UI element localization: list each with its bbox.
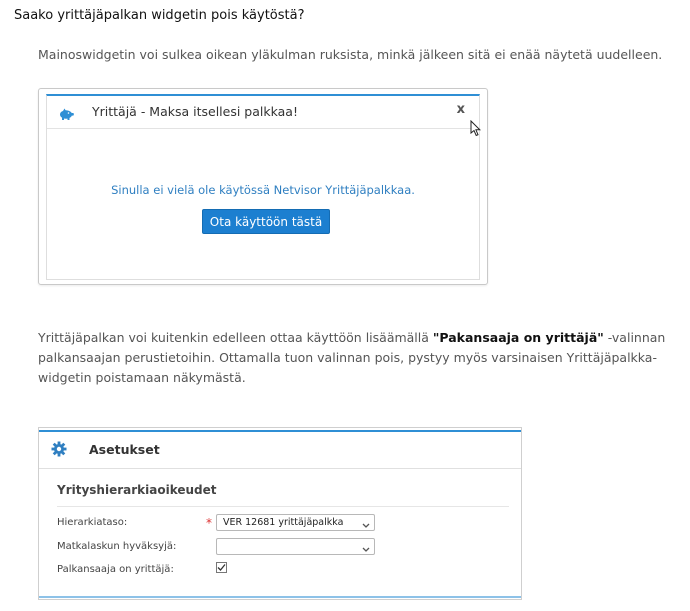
section-divider — [57, 506, 509, 507]
widget-panel: Yrittäjä - Maksa itsellesi palkkaa! x Si… — [46, 94, 482, 280]
hierarchy-level-label: Hierarkiataso: — [57, 517, 128, 528]
question-title: Saako yrittäjäpalkan widgetin pois käytö… — [14, 8, 305, 23]
widget-title: Yrittäjä - Maksa itsellesi palkkaa! — [92, 104, 298, 119]
explanation-text-before: Yrittäjäpalkan voi kuitenkin edelleen ot… — [38, 330, 433, 345]
settings-screenshot: Asetukset Yrityshierarkiaoikeudet Hierar… — [38, 427, 522, 600]
piggy-bank-icon — [58, 105, 74, 124]
settings-bottom-border — [39, 596, 521, 598]
explanation-paragraph: Yrittäjäpalkan voi kuitenkin edelleen ot… — [38, 328, 678, 388]
checkmark-icon — [217, 564, 226, 571]
mouse-cursor-icon — [470, 119, 482, 141]
widget-screenshot: Yrittäjä - Maksa itsellesi palkkaa! x Si… — [38, 88, 488, 285]
hierarchy-level-value: VER 12681 yrittäjäpalkka — [223, 517, 344, 528]
employee-is-entrepreneur-checkbox[interactable] — [216, 562, 227, 573]
chevron-down-icon — [362, 519, 370, 534]
close-button[interactable]: x — [457, 102, 465, 117]
widget-message: Sinulla ei vielä ole käytössä Netvisor Y… — [111, 183, 415, 197]
required-marker: * — [206, 516, 212, 530]
widget-header: Yrittäjä - Maksa itsellesi palkkaa! x — [47, 96, 479, 129]
travel-expense-approver-select[interactable] — [216, 538, 375, 555]
activate-button[interactable]: Ota käyttöön tästä — [202, 209, 330, 234]
chevron-down-icon — [362, 543, 370, 558]
hierarchy-level-select[interactable]: VER 12681 yrittäjäpalkka — [216, 514, 375, 531]
settings-title: Asetukset — [89, 442, 160, 457]
explanation-bold-option: "Pakansaaja on yrittäjä" — [432, 330, 604, 345]
travel-expense-approver-label: Matkalaskun hyväksyjä: — [57, 541, 177, 552]
intro-paragraph: Mainoswidgetin voi sulkea oikean yläkulm… — [38, 47, 663, 62]
gear-icon — [51, 441, 67, 461]
section-title: Yrityshierarkiaoikeudet — [57, 483, 217, 497]
employee-is-entrepreneur-label: Palkansaaja on yrittäjä: — [57, 564, 174, 575]
settings-header: Asetukset — [39, 432, 521, 469]
